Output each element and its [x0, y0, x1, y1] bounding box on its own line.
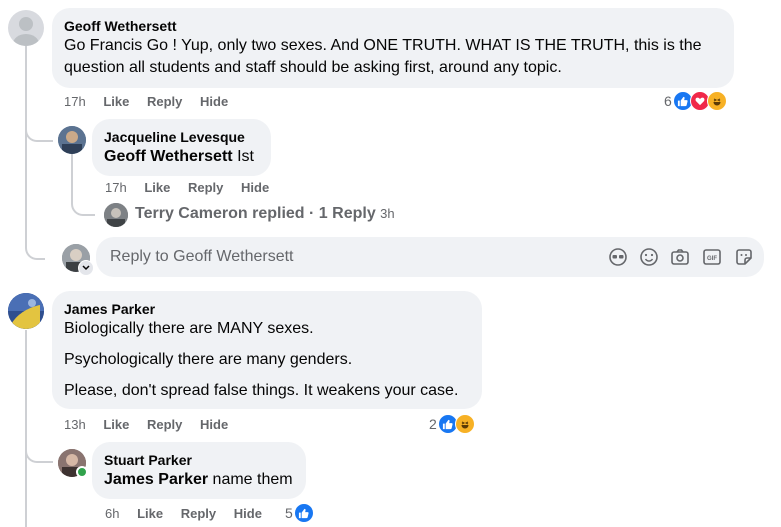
comment-actions: 17h Like Reply Hide	[64, 94, 242, 109]
comment-time[interactable]: 17h	[105, 180, 127, 195]
reaction-count: 2	[429, 416, 437, 432]
comment-text: Geoff Wethersett Ist	[104, 146, 254, 168]
comment-time[interactable]: 6h	[105, 506, 119, 521]
profile-photo-icon	[8, 293, 44, 329]
reply-input[interactable]: Reply to Geoff Wethersett GIF	[96, 237, 764, 277]
profile-photo-icon	[104, 203, 128, 227]
avatar-sticker-icon[interactable]	[608, 247, 628, 267]
hide-button[interactable]: Hide	[200, 417, 228, 432]
comment-actions: 6h Like Reply Hide	[105, 506, 276, 521]
avatar[interactable]	[8, 10, 44, 46]
like-button[interactable]: Like	[103, 94, 129, 109]
thread-line	[25, 46, 45, 260]
replier-name: Terry Cameron	[135, 205, 248, 222]
reaction-count: 6	[664, 93, 672, 109]
hide-button[interactable]: Hide	[200, 94, 228, 109]
reaction-count: 5	[285, 505, 293, 521]
comment-author[interactable]: James Parker	[64, 301, 155, 317]
avatar	[104, 203, 128, 227]
reply-button[interactable]: Reply	[181, 506, 216, 521]
like-button[interactable]: Like	[103, 417, 129, 432]
comment-bubble: James Parker Biologically there are MANY…	[52, 291, 482, 409]
comment-author[interactable]: Jacqueline Levesque	[104, 129, 245, 145]
chevron-down-icon[interactable]	[78, 260, 94, 276]
mention-link[interactable]: James Parker	[104, 471, 208, 488]
comment-time[interactable]: 13h	[64, 417, 86, 432]
reaction-summary[interactable]: 2	[429, 414, 475, 434]
reaction-summary[interactable]: 5	[285, 503, 314, 523]
like-button[interactable]: Like	[137, 506, 163, 521]
default-avatar-icon	[13, 17, 39, 46]
sticker-icon[interactable]	[734, 247, 754, 267]
comment-time[interactable]: 17h	[64, 94, 86, 109]
hide-button[interactable]: Hide	[241, 180, 269, 195]
emoji-icon[interactable]	[639, 247, 659, 267]
comment-actions: 13h Like Reply Hide	[64, 417, 242, 432]
reply-button[interactable]: Reply	[147, 417, 182, 432]
comment-text-line: question all students and staff should b…	[64, 59, 562, 76]
comment-paragraph: Biologically there are MANY sexes.	[64, 320, 314, 337]
haha-reaction-icon	[706, 91, 727, 111]
like-reaction-icon	[293, 503, 314, 523]
svg-text:GIF: GIF	[707, 256, 717, 262]
comment-author[interactable]: Geoff Wethersett	[64, 18, 177, 34]
online-status-dot	[76, 466, 88, 478]
comment-text-body: name them	[212, 471, 293, 488]
reply-input-placeholder: Reply to Geoff Wethersett	[110, 248, 294, 265]
camera-icon[interactable]	[670, 247, 690, 267]
comment-paragraph: Please, don't spread false things. It we…	[64, 382, 459, 399]
gif-icon[interactable]: GIF	[702, 247, 722, 267]
reply-button[interactable]: Reply	[147, 94, 182, 109]
thread-line	[25, 330, 27, 527]
hide-button[interactable]: Hide	[234, 506, 262, 521]
comment-bubble: Geoff Wethersett Go Francis Go ! Yup, on…	[52, 8, 734, 88]
comment-text: James Parker name them	[104, 469, 293, 491]
view-replies-link[interactable]: Terry Cameron replied · 1 Reply 3h	[135, 205, 395, 223]
profile-photo-icon	[58, 126, 86, 154]
comment-bubble: Jacqueline Levesque Geoff Wethersett Ist	[92, 119, 271, 176]
comment-actions: 17h Like Reply Hide	[105, 180, 283, 195]
comment-text-line: Go Francis Go ! Yup, only two sexes. And…	[64, 37, 702, 54]
comment-paragraph: Psychologically there are many genders.	[64, 351, 353, 368]
reply-button[interactable]: Reply	[188, 180, 223, 195]
comment-bubble: Stuart Parker James Parker name them	[92, 442, 306, 499]
haha-reaction-icon	[454, 414, 475, 434]
separator: ·	[309, 205, 315, 222]
avatar[interactable]	[58, 126, 86, 154]
replied-label: replied	[252, 205, 305, 222]
avatar[interactable]	[8, 293, 44, 329]
comment-author[interactable]: Stuart Parker	[104, 452, 192, 468]
comment-text-body: Ist	[237, 148, 254, 165]
mention-link[interactable]: Geoff Wethersett	[104, 148, 233, 165]
thread-line	[25, 445, 53, 463]
reply-count: 1 Reply	[318, 205, 376, 222]
thread-line	[25, 124, 53, 142]
reaction-summary[interactable]: 6	[664, 91, 727, 111]
like-button[interactable]: Like	[144, 180, 170, 195]
reply-time: 3h	[380, 206, 395, 221]
